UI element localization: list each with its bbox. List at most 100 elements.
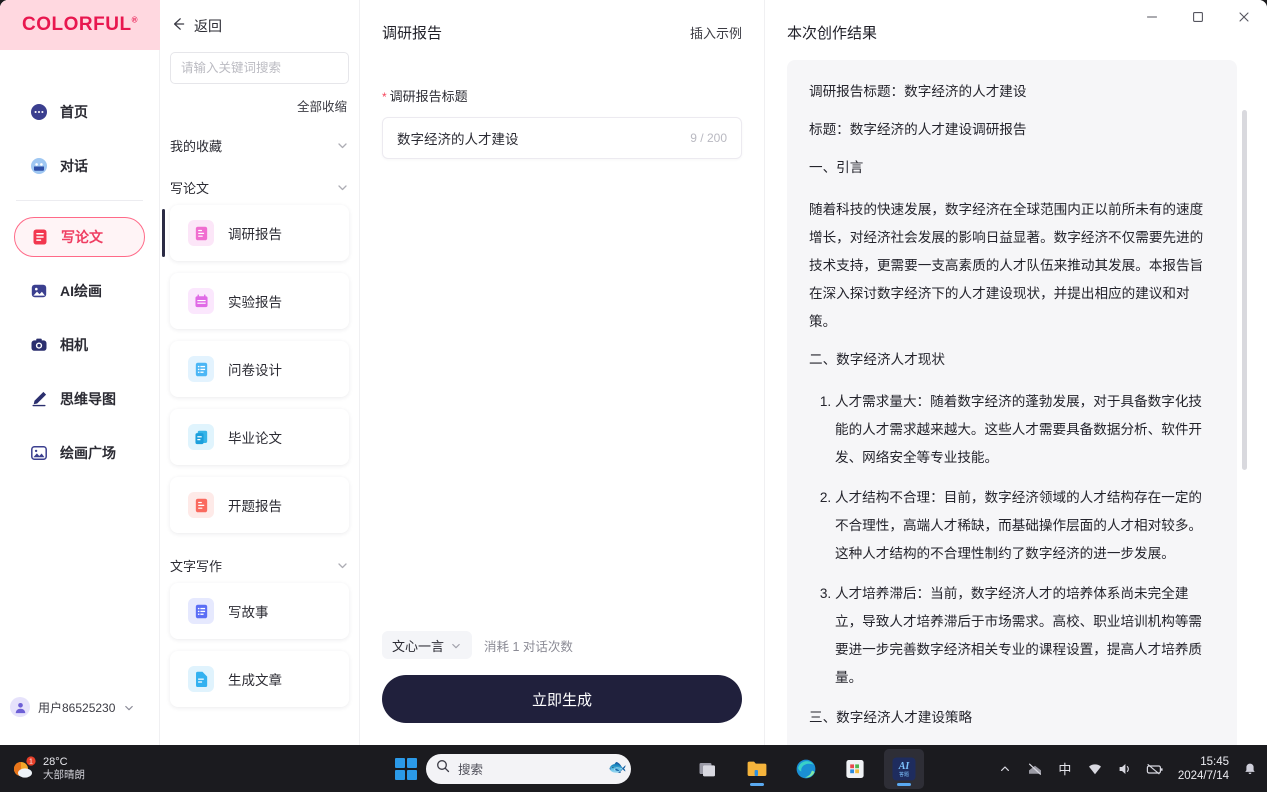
sidebar-nav-list: 首页 对话 写论文 bbox=[0, 50, 159, 473]
model-row: 文心一言 消耗 1 对话次数 bbox=[382, 631, 742, 659]
sidebar-item-gallery[interactable]: 绘画广场 bbox=[14, 433, 145, 473]
group-header-text-writing[interactable]: 文字写作 bbox=[170, 547, 349, 583]
template-card-label: 毕业论文 bbox=[228, 427, 282, 447]
edge-browser-icon[interactable] bbox=[786, 749, 826, 789]
template-card-experiment-report[interactable]: 实验报告 bbox=[170, 273, 349, 329]
result-paragraph: 随着科技的快速发展，数字经济在全球范围内正以前所未有的速度增长，对经济社会发展的… bbox=[809, 196, 1215, 336]
file-explorer-icon[interactable] bbox=[737, 749, 777, 789]
generate-article-icon bbox=[188, 666, 214, 692]
volume-icon[interactable] bbox=[1116, 760, 1134, 778]
sidebar-item-ai-painting[interactable]: AI绘画 bbox=[14, 271, 145, 311]
task-view-icon[interactable] bbox=[688, 749, 728, 789]
battery-icon[interactable] bbox=[1146, 760, 1164, 778]
proposal-report-icon bbox=[188, 492, 214, 518]
network-disconnected-icon[interactable] bbox=[1026, 760, 1044, 778]
maximize-button[interactable] bbox=[1175, 0, 1221, 34]
group-header-favorites[interactable]: 我的收藏 bbox=[170, 127, 349, 163]
model-selector[interactable]: 文心一言 bbox=[382, 631, 472, 659]
taskbar-system-tray: 中 15:45 2024/7/14 bbox=[996, 755, 1259, 783]
chevron-down-icon bbox=[450, 639, 462, 651]
group-title: 我的收藏 bbox=[170, 136, 222, 155]
template-card-label: 问卷设计 bbox=[228, 359, 282, 379]
form-header: 调研报告 插入示例 bbox=[382, 6, 742, 58]
thesis-icon bbox=[188, 424, 214, 450]
template-card-thesis[interactable]: 毕业论文 bbox=[170, 409, 349, 465]
collapse-all-button[interactable]: 全部收缩 bbox=[160, 84, 359, 121]
sidebar-item-label: 写论文 bbox=[61, 227, 103, 247]
chevron-down-icon bbox=[123, 701, 135, 713]
ime-chinese-icon[interactable]: 中 bbox=[1056, 760, 1074, 778]
mindmap-pen-icon bbox=[30, 390, 48, 408]
clock-date: 2024/7/14 bbox=[1178, 769, 1229, 783]
write-paper-icon bbox=[31, 228, 49, 246]
list-item: 人才需求量大：随着数字经济的蓬勃发展，对于具备数字化技能的人才需求越来越大。这些… bbox=[835, 388, 1215, 472]
sidebar-divider bbox=[16, 200, 143, 201]
windows-start-icon[interactable] bbox=[395, 758, 417, 780]
cost-text: 消耗 1 对话次数 bbox=[484, 636, 573, 655]
sidebar-item-dialogue[interactable]: 对话 bbox=[14, 146, 145, 186]
ai-painting-icon bbox=[30, 282, 48, 300]
screen: COLORFUL® 首页 对话 bbox=[0, 0, 1267, 792]
generate-button[interactable]: 立即生成 bbox=[382, 675, 742, 723]
template-card-label: 调研报告 bbox=[228, 223, 282, 243]
template-sidebar: 返回 全部收缩 我的收藏 写论文 bbox=[160, 0, 360, 745]
wifi-icon[interactable] bbox=[1086, 760, 1104, 778]
survey-report-icon bbox=[188, 220, 214, 246]
minimize-button[interactable] bbox=[1129, 0, 1175, 34]
chevron-down-icon bbox=[336, 139, 349, 152]
user-account-row[interactable]: 用户86525230 bbox=[0, 697, 160, 717]
taskbar-clock[interactable]: 15:45 2024/7/14 bbox=[1178, 755, 1229, 783]
result-scrollbar[interactable] bbox=[1242, 110, 1247, 470]
microsoft-store-icon[interactable] bbox=[835, 749, 875, 789]
search-input[interactable] bbox=[170, 52, 349, 84]
svg-text:1: 1 bbox=[29, 758, 33, 765]
list-item: 人才培养滞后：当前，数字经济人才的培养体系尚未完全建立，导致人才培养滞后于市场需… bbox=[835, 580, 1215, 692]
template-card-write-story[interactable]: 写故事 bbox=[170, 583, 349, 639]
app-running-indicator bbox=[750, 783, 764, 786]
model-name-label: 文心一言 bbox=[392, 636, 444, 655]
sidebar-item-home[interactable]: 首页 bbox=[14, 92, 145, 132]
sidebar-item-label: 相机 bbox=[60, 335, 88, 355]
template-card-generate-article[interactable]: 生成文章 bbox=[170, 651, 349, 707]
dialogue-icon bbox=[30, 157, 48, 175]
form-title: 调研报告 bbox=[382, 22, 442, 43]
write-story-icon bbox=[188, 598, 214, 624]
sidebar-item-label: AI绘画 bbox=[60, 281, 102, 301]
experiment-report-icon bbox=[188, 288, 214, 314]
insert-example-button[interactable]: 插入示例 bbox=[690, 23, 742, 42]
home-chat-icon bbox=[30, 103, 48, 121]
brand-name: COLORFUL® bbox=[22, 14, 138, 36]
back-button[interactable]: 返回 bbox=[160, 0, 359, 52]
taskbar-search-box[interactable]: 搜索 🐟 bbox=[426, 754, 631, 784]
character-counter: 9 / 200 bbox=[690, 131, 727, 145]
ai-app-icon[interactable]: AI答题 bbox=[884, 749, 924, 789]
sidebar-item-label: 对话 bbox=[60, 156, 88, 176]
form-panel: 调研报告 插入示例 *调研报告标题 9 / 200 文心一言 bbox=[360, 0, 765, 745]
sidebar-item-camera[interactable]: 相机 bbox=[14, 325, 145, 365]
show-hidden-icons-chevron[interactable] bbox=[996, 760, 1014, 778]
result-ordered-list: 人才需求量大：随着数字经济的蓬勃发展，对于具备数字化技能的人才需求越来越大。这些… bbox=[809, 388, 1215, 692]
user-name-label: 用户86525230 bbox=[38, 699, 115, 716]
result-section-heading: 一、引言 bbox=[809, 154, 1215, 182]
template-card-survey-report[interactable]: 调研报告 bbox=[170, 205, 349, 261]
group-header-write-paper[interactable]: 写论文 bbox=[170, 169, 349, 205]
registered-mark: ® bbox=[132, 16, 138, 25]
template-card-proposal-report[interactable]: 开题报告 bbox=[170, 477, 349, 533]
title-field-box: 9 / 200 bbox=[382, 117, 742, 159]
user-avatar-icon bbox=[10, 697, 30, 717]
template-search-wrap bbox=[160, 52, 359, 84]
title-input[interactable] bbox=[397, 131, 690, 146]
notification-bell-icon[interactable] bbox=[1241, 760, 1259, 778]
sidebar-item-mindmap[interactable]: 思维导图 bbox=[14, 379, 145, 419]
sidebar-item-label: 首页 bbox=[60, 102, 88, 122]
template-card-label: 开题报告 bbox=[228, 495, 282, 515]
template-card-questionnaire[interactable]: 问卷设计 bbox=[170, 341, 349, 397]
chevron-down-icon bbox=[336, 559, 349, 572]
sidebar-item-write-paper[interactable]: 写论文 bbox=[14, 217, 145, 257]
windows-taskbar: 1 28°C 大部晴朗 搜索 🐟 bbox=[0, 745, 1267, 792]
template-card-label: 写故事 bbox=[228, 601, 269, 621]
close-button[interactable] bbox=[1221, 0, 1267, 34]
template-card-label: 生成文章 bbox=[228, 669, 282, 689]
chevron-down-icon bbox=[336, 181, 349, 194]
taskbar-weather-widget[interactable]: 1 28°C 大部晴朗 bbox=[10, 756, 85, 782]
